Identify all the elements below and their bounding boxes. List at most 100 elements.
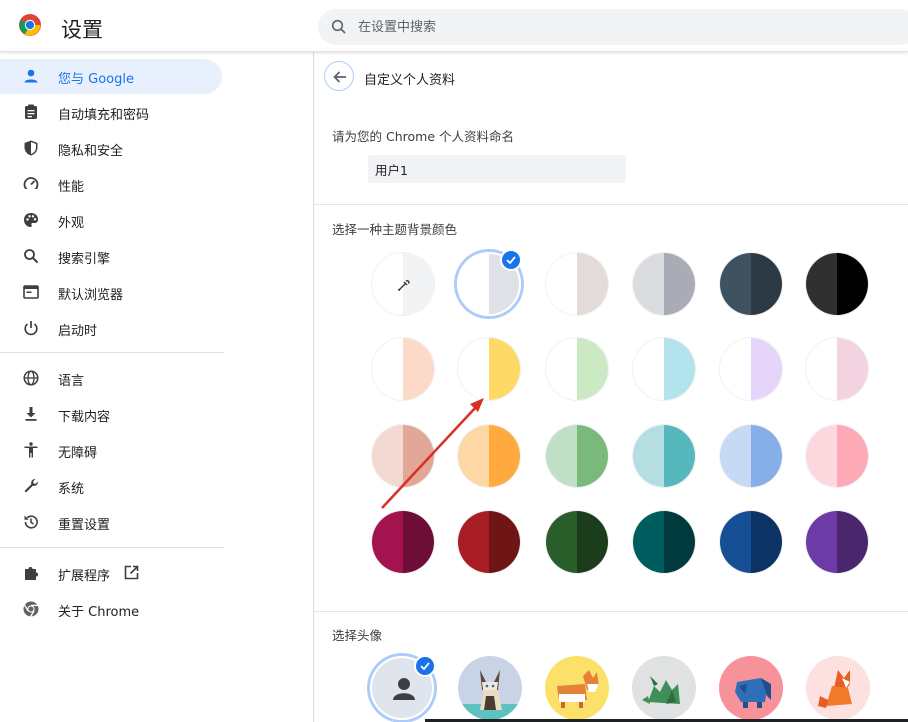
sidebar-item-search-engine[interactable]: 搜索引擎 <box>0 239 222 274</box>
swatch-right-half <box>403 511 434 573</box>
custom-color-swatch[interactable] <box>371 252 435 316</box>
sidebar-item-label: 系统 <box>58 482 85 497</box>
sidebar-item-label: 重置设置 <box>58 518 111 533</box>
origami-cat-icon <box>458 656 522 720</box>
origami-fox-avatar[interactable] <box>806 656 870 720</box>
theme-color-swatch[interactable] <box>805 337 869 401</box>
section-divider <box>314 204 908 205</box>
swatch-left-half <box>458 338 489 400</box>
top-bar: 设置 <box>0 0 908 52</box>
swatch-left-half <box>720 338 751 400</box>
swatch-left-half <box>806 425 837 487</box>
swatch-right-half <box>837 253 868 315</box>
shield-icon <box>24 140 38 156</box>
person-icon <box>24 69 38 83</box>
sidebar-item-label: 性能 <box>58 180 85 195</box>
section-divider <box>314 611 908 612</box>
speedometer-icon <box>23 177 39 192</box>
swatch-right-half <box>577 511 608 573</box>
swatch-right-half <box>751 511 782 573</box>
swatch-left-half <box>633 338 664 400</box>
theme-color-swatch[interactable] <box>371 510 435 574</box>
globe-icon <box>23 370 39 386</box>
theme-color-swatch[interactable] <box>457 337 521 401</box>
theme-color-swatch[interactable] <box>545 337 609 401</box>
sidebar-item-on-startup[interactable]: 启动时 <box>0 311 222 346</box>
swatch-left-half <box>546 425 577 487</box>
swatch-left-half <box>806 253 837 315</box>
sidebar-item-reset[interactable]: 重置设置 <box>0 505 222 540</box>
sidebar-item-label: 自动填充和密码 <box>58 108 150 123</box>
theme-color-swatch[interactable] <box>632 510 696 574</box>
theme-color-swatch[interactable] <box>632 337 696 401</box>
sidebar-item-performance[interactable]: 性能 <box>0 167 222 202</box>
page-title: 自定义个人资料 <box>364 73 456 88</box>
theme-color-swatch[interactable] <box>719 510 783 574</box>
chrome-icon <box>23 601 39 617</box>
theme-color-swatch[interactable] <box>719 252 783 316</box>
theme-color-swatch[interactable] <box>805 252 869 316</box>
origami-elephant-icon <box>719 656 783 720</box>
power-icon <box>24 321 38 336</box>
search-icon <box>24 249 39 264</box>
origami-cat-avatar[interactable] <box>458 656 522 720</box>
swatch-right-half <box>664 338 695 400</box>
theme-color-swatch[interactable] <box>457 510 521 574</box>
swatch-right-half <box>751 253 782 315</box>
theme-color-swatch[interactable] <box>545 424 609 488</box>
sidebar-item-label: 扩展程序 <box>58 569 111 584</box>
avatar-label: 选择头像 <box>332 628 383 643</box>
theme-color-swatch[interactable] <box>805 510 869 574</box>
origami-corgi-avatar[interactable] <box>545 656 609 720</box>
theme-color-swatch[interactable] <box>545 252 609 316</box>
sidebar-item-you-and-google[interactable]: 您与 Google <box>0 59 222 94</box>
sidebar-item-languages[interactable]: 语言 <box>0 361 222 396</box>
theme-color-swatch[interactable] <box>371 424 435 488</box>
sidebar-item-appearance[interactable]: 外观 <box>0 203 222 238</box>
theme-color-swatch[interactable] <box>371 337 435 401</box>
sidebar-item-downloads[interactable]: 下载内容 <box>0 397 222 432</box>
theme-color-swatch[interactable] <box>719 424 783 488</box>
swatch-right-half <box>837 511 868 573</box>
wrench-icon <box>24 478 39 493</box>
swatch-left-half <box>546 338 577 400</box>
search-box[interactable] <box>318 9 908 45</box>
swatch-right-half <box>489 425 520 487</box>
theme-color-swatch[interactable] <box>545 510 609 574</box>
origami-dragon-avatar[interactable] <box>632 656 696 720</box>
swatch-right-half <box>489 338 520 400</box>
theme-color-swatch[interactable] <box>457 424 521 488</box>
origami-dragon-icon <box>632 656 696 720</box>
theme-color-swatch[interactable] <box>632 252 696 316</box>
search-input[interactable] <box>358 9 878 45</box>
sidebar-item-default-browser[interactable]: 默认浏览器 <box>0 275 222 310</box>
swatch-right-half <box>577 425 608 487</box>
sidebar-item-system[interactable]: 系统 <box>0 469 222 504</box>
app-title: 设置 <box>61 19 103 42</box>
swatch-left-half <box>633 511 664 573</box>
swatch-left-half <box>633 253 664 315</box>
swatch-left-half <box>459 254 489 314</box>
sidebar-item-privacy[interactable]: 隐私和安全 <box>0 131 222 166</box>
origami-elephant-avatar[interactable] <box>719 656 783 720</box>
sidebar-item-autofill[interactable]: 自动填充和密码 <box>0 95 222 130</box>
sidebar-divider <box>0 352 224 353</box>
origami-fox-icon <box>806 656 870 720</box>
theme-color-swatch[interactable] <box>805 424 869 488</box>
search-icon <box>331 19 346 34</box>
swatch-right-half <box>837 338 868 400</box>
sidebar-item-extensions[interactable]: 扩展程序 <box>0 556 222 591</box>
sidebar-item-accessibility[interactable]: 无障碍 <box>0 433 222 468</box>
back-button[interactable] <box>324 61 354 91</box>
swatch-left-half <box>720 425 751 487</box>
profile-name-input[interactable] <box>368 155 626 183</box>
swatch-left-half <box>458 425 489 487</box>
sidebar: 您与 Google 自动填充和密码 隐私和安全 性能 外观 搜索引擎 默认浏览器… <box>0 52 313 722</box>
swatch-left-half <box>546 511 577 573</box>
swatch-right-half <box>577 253 608 315</box>
download-icon <box>25 407 37 421</box>
theme-color-swatch[interactable] <box>719 337 783 401</box>
theme-color-swatch[interactable] <box>632 424 696 488</box>
sidebar-item-about-chrome[interactable]: 关于 Chrome <box>0 592 222 627</box>
sidebar-item-label: 默认浏览器 <box>58 288 124 303</box>
